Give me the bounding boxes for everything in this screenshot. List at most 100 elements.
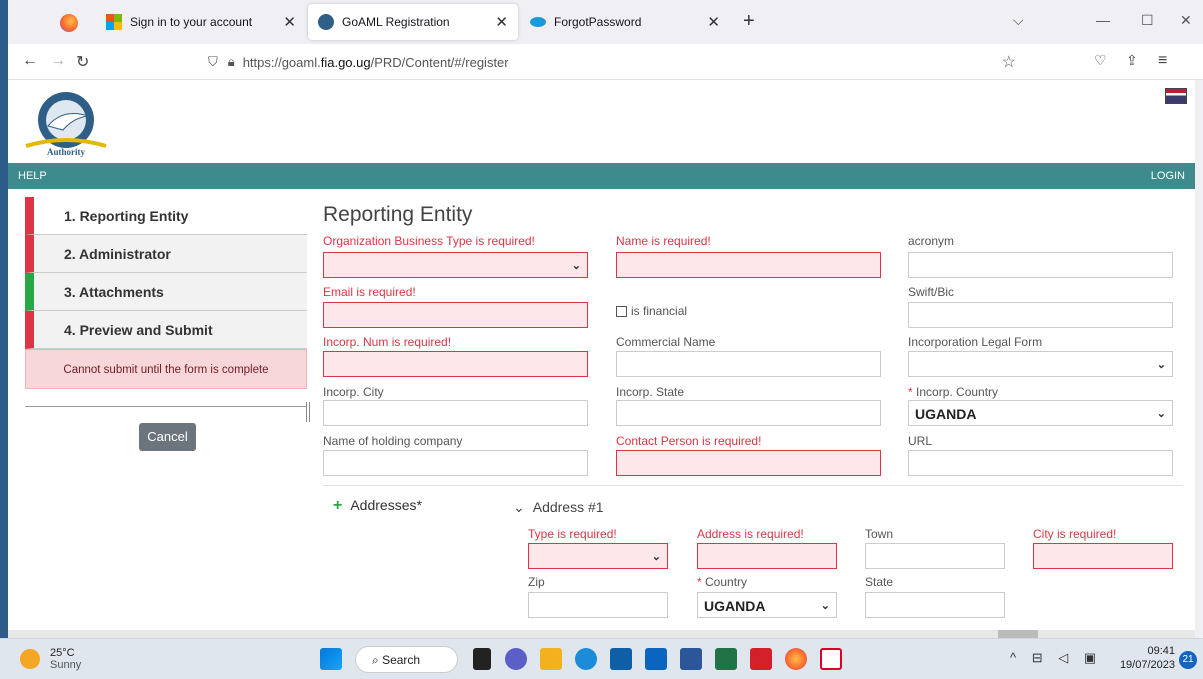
town-input[interactable] [865, 543, 1005, 569]
chevron-down-icon: ⌄ [571, 260, 581, 272]
navigation-bar: ← → ↻ ⛉ 🔒︎ https://goaml.fia.go.ug/PRD/C… [8, 44, 1203, 80]
edge-icon[interactable] [575, 648, 597, 670]
swift-input[interactable] [908, 302, 1173, 328]
acrobat-icon[interactable] [750, 648, 772, 670]
contact-person-input[interactable] [616, 450, 881, 476]
page-title: Reporting Entity [323, 203, 473, 226]
incorp-state-label: Incorp. State [616, 385, 685, 399]
excel-icon[interactable] [715, 648, 737, 670]
tab-list-icon[interactable]: ⌵ [1013, 12, 1024, 29]
help-link[interactable]: HELP [18, 170, 47, 182]
step-attachments[interactable]: 3. Attachments [25, 273, 307, 311]
org-type-select[interactable]: ⌄ [323, 252, 588, 278]
incorp-country-select[interactable]: UGANDA ⌄ [908, 400, 1173, 426]
incorp-city-input[interactable] [323, 400, 588, 426]
minimize-icon[interactable]: — [1096, 12, 1110, 28]
resize-handle[interactable] [306, 402, 310, 422]
weather-widget[interactable]: 25°C Sunny [20, 647, 81, 671]
scrollbar-thumb[interactable] [998, 630, 1038, 638]
close-tab-icon[interactable]: ✕ [283, 13, 296, 31]
tab-title: ForgotPassword [554, 15, 642, 29]
pocket-icon[interactable]: ♡ [1094, 52, 1107, 69]
horizontal-scrollbar[interactable] [8, 630, 1195, 638]
file-explorer-icon[interactable] [540, 648, 562, 670]
org-type-label: Organization Business Type is required! [323, 234, 535, 248]
new-tab-button[interactable]: + [743, 10, 755, 33]
clock[interactable]: 09:41 19/07/2023 [1120, 644, 1175, 672]
incomplete-form-alert: Cannot submit until the form is complete [25, 349, 307, 389]
tab-forgot-password[interactable]: ForgotPassword ✕ [520, 4, 730, 40]
city-label: City is required! [1033, 527, 1117, 541]
bookmark-star-icon[interactable]: ☆ [1002, 52, 1016, 72]
firefox-icon[interactable] [60, 14, 78, 32]
back-icon[interactable]: ← [22, 52, 38, 70]
incorp-state-input[interactable] [616, 400, 881, 426]
acronym-input[interactable] [908, 252, 1173, 278]
country-label: * Country [697, 575, 748, 589]
wizard-steps: 1. Reporting Entity 2. Administrator 3. … [25, 197, 307, 389]
tab-goaml-registration[interactable]: GoAML Registration ✕ [308, 4, 518, 40]
microsoft-store-icon[interactable] [610, 648, 632, 670]
outlook-icon[interactable] [645, 648, 667, 670]
addresses-label: Addresses* [350, 497, 422, 513]
address-bar[interactable]: ⛉ 🔒︎ https://goaml.fia.go.ug/PRD/Content… [208, 48, 1016, 76]
legal-form-select[interactable]: ⌄ [908, 351, 1173, 377]
commercial-name-input[interactable] [616, 351, 881, 377]
checkbox-box[interactable] [616, 305, 627, 317]
shield-icon[interactable]: ⛉ [208, 54, 218, 70]
word-icon[interactable] [680, 648, 702, 670]
country-select[interactable]: UGANDA ⌄ [697, 592, 837, 618]
lock-icon[interactable]: 🔒︎ [228, 54, 235, 70]
menu-icon[interactable]: ≡ [1158, 52, 1167, 70]
notification-badge[interactable]: 21 [1179, 651, 1197, 669]
step-administrator[interactable]: 2. Administrator [25, 235, 307, 273]
add-address-button[interactable]: + Addresses* [333, 497, 422, 515]
incorp-num-input[interactable] [323, 351, 588, 377]
chevron-down-icon: ⌄ [1156, 359, 1166, 371]
cancel-button[interactable]: Cancel [139, 423, 196, 451]
share-icon[interactable]: ⇪ [1126, 52, 1138, 69]
step-reporting-entity[interactable]: 1. Reporting Entity [25, 197, 307, 235]
windows-start-icon[interactable] [320, 648, 342, 670]
search-icon: ⌕ [372, 653, 383, 667]
address-1-toggle[interactable]: ⌄ Address #1 [513, 499, 604, 516]
address-type-select[interactable]: ⌄ [528, 543, 668, 569]
reload-icon[interactable]: ↻ [76, 52, 89, 72]
email-input[interactable] [323, 302, 588, 328]
step-preview-submit[interactable]: 4. Preview and Submit [25, 311, 307, 349]
snipping-tool-icon[interactable] [820, 648, 842, 670]
login-link[interactable]: LOGIN [1151, 170, 1185, 182]
url-text: https://goaml.fia.go.ug/PRD/Content/#/re… [242, 54, 509, 70]
taskbar-search[interactable]: ⌕ Search [355, 646, 458, 673]
town-label: Town [865, 527, 894, 541]
goaml-icon [318, 14, 334, 30]
name-label: Name is required! [616, 234, 711, 248]
is-financial-checkbox[interactable]: is financial [616, 304, 687, 318]
teams-chat-icon[interactable] [505, 648, 527, 670]
maximize-icon[interactable]: ☐ [1141, 12, 1154, 29]
close-tab-icon[interactable]: ✕ [495, 13, 508, 31]
address-title: Address #1 [532, 499, 604, 515]
tab-bar: Sign in to your account ✕ GoAML Registra… [8, 0, 1203, 44]
system-tray-icons[interactable]: ^ ⊟ ◁ ▣ [1010, 650, 1102, 666]
zip-input[interactable] [528, 592, 668, 618]
country-value: UGANDA [704, 598, 766, 614]
close-tab-icon[interactable]: ✕ [707, 13, 720, 31]
task-view-icon[interactable] [473, 648, 491, 670]
state-input[interactable] [865, 592, 1005, 618]
close-window-icon[interactable]: ✕ [1180, 12, 1192, 29]
legal-form-label: Incorporation Legal Form [908, 335, 1043, 349]
city-input[interactable] [1033, 543, 1173, 569]
firefox-taskbar-icon[interactable] [785, 648, 807, 670]
forward-icon[interactable]: → [50, 52, 66, 70]
chevron-down-icon: ⌄ [651, 551, 661, 563]
is-financial-label: is financial [631, 304, 688, 318]
tab-sign-in[interactable]: Sign in to your account ✕ [96, 4, 306, 40]
section-divider [323, 485, 1183, 486]
holding-company-input[interactable] [323, 450, 588, 476]
language-flag-icon[interactable] [1165, 88, 1187, 104]
url-input[interactable] [908, 450, 1173, 476]
name-input[interactable] [616, 252, 881, 278]
incorp-num-label: Incorp. Num is required! [323, 335, 452, 349]
address-input[interactable] [697, 543, 837, 569]
